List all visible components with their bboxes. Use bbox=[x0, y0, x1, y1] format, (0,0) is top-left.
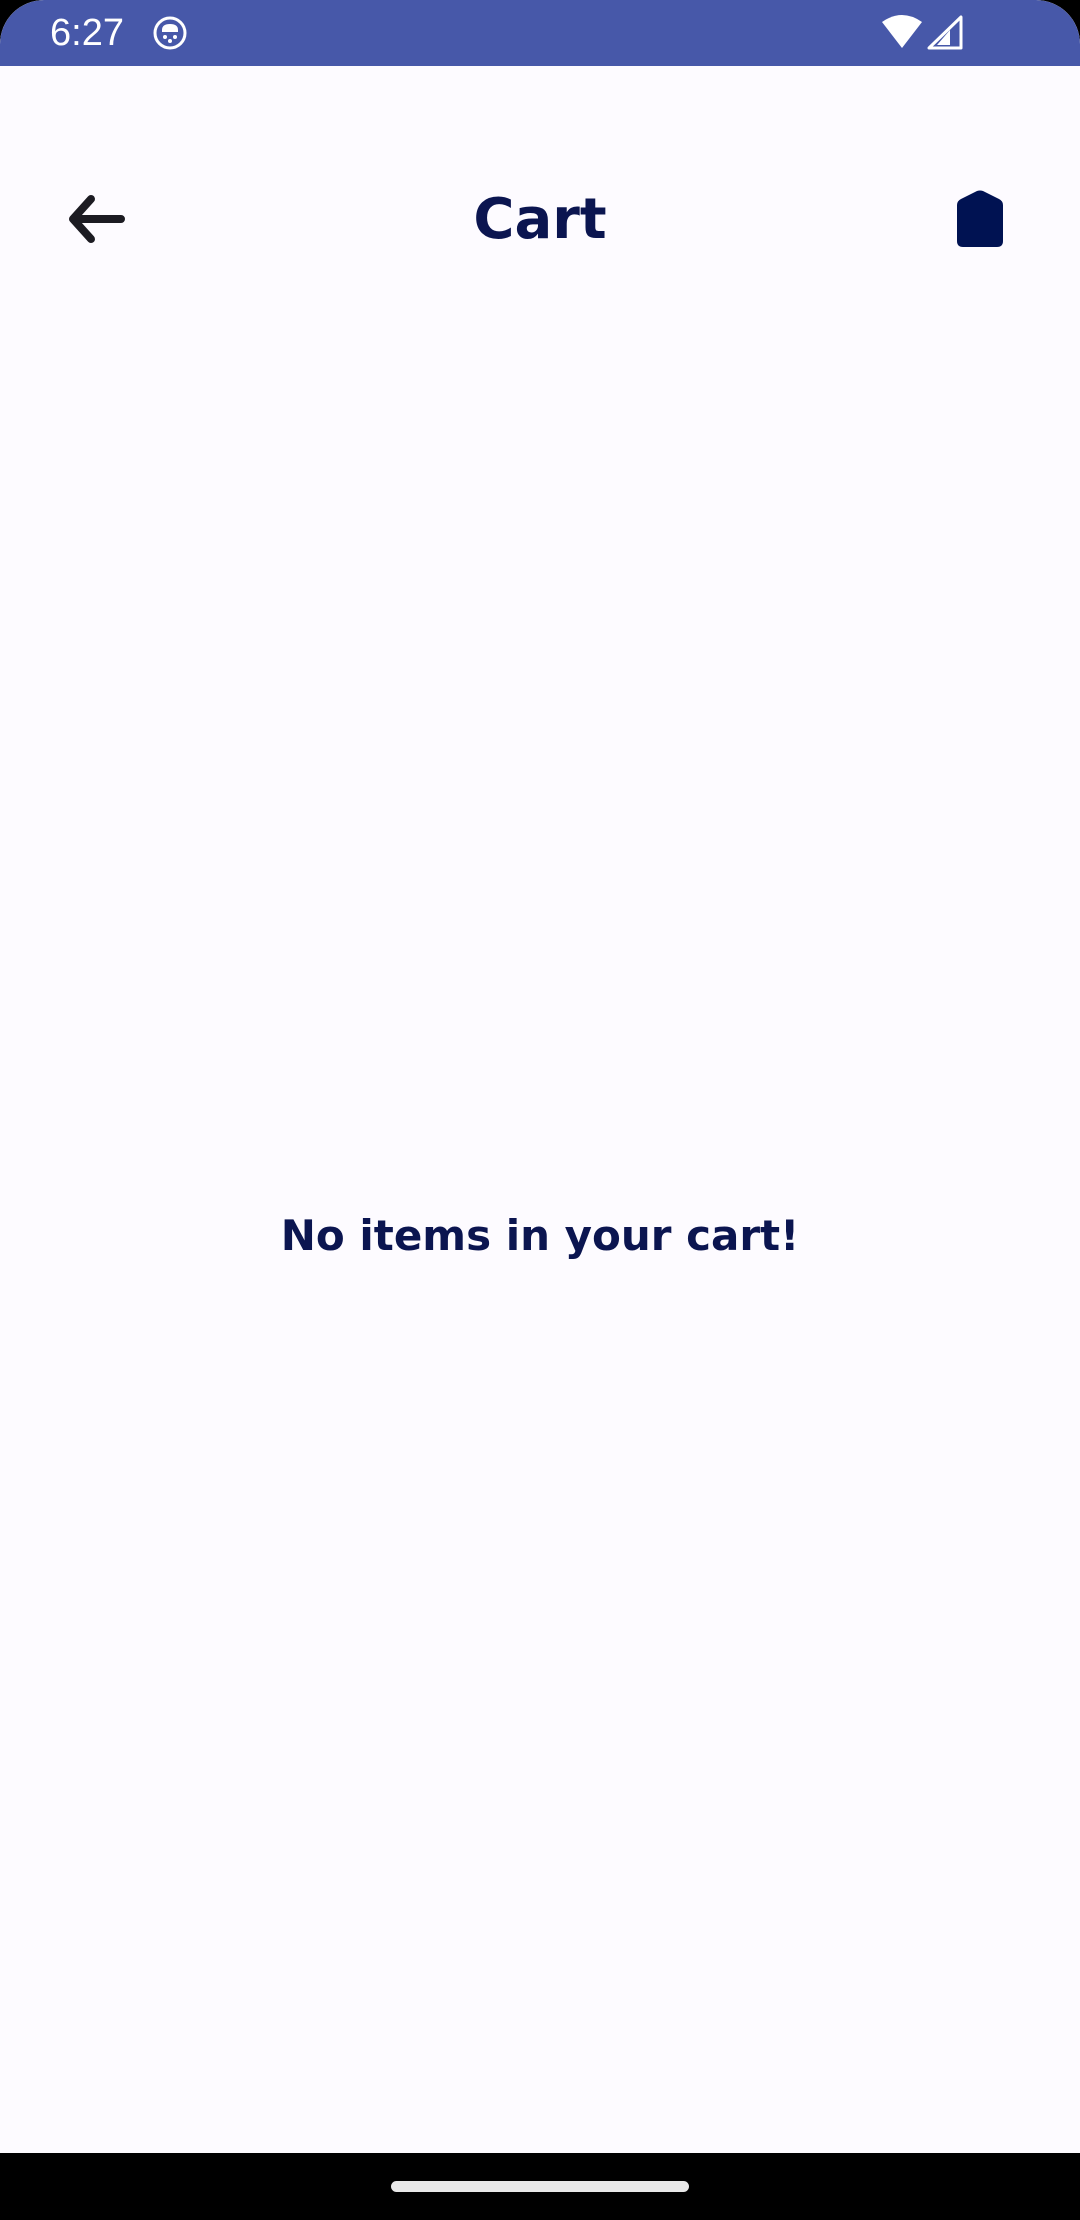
cellular-signal-icon bbox=[926, 14, 964, 50]
home-button[interactable] bbox=[935, 176, 1025, 266]
status-bar: 6:27 bbox=[0, 0, 1080, 66]
cart-screen: 6:27 Cart No items in your cart! bbox=[0, 0, 1080, 2220]
system-navigation-bar bbox=[0, 2153, 1080, 2220]
empty-cart-message: No items in your cart! bbox=[280, 1211, 800, 1260]
wifi-icon bbox=[880, 14, 924, 50]
gesture-home-indicator[interactable] bbox=[391, 2181, 689, 2192]
top-app-bar: Cart bbox=[0, 150, 1080, 290]
page-title: Cart bbox=[473, 187, 607, 252]
home-icon bbox=[951, 190, 1009, 253]
status-time: 6:27 bbox=[50, 12, 124, 54]
app-notification-icon bbox=[153, 16, 187, 50]
